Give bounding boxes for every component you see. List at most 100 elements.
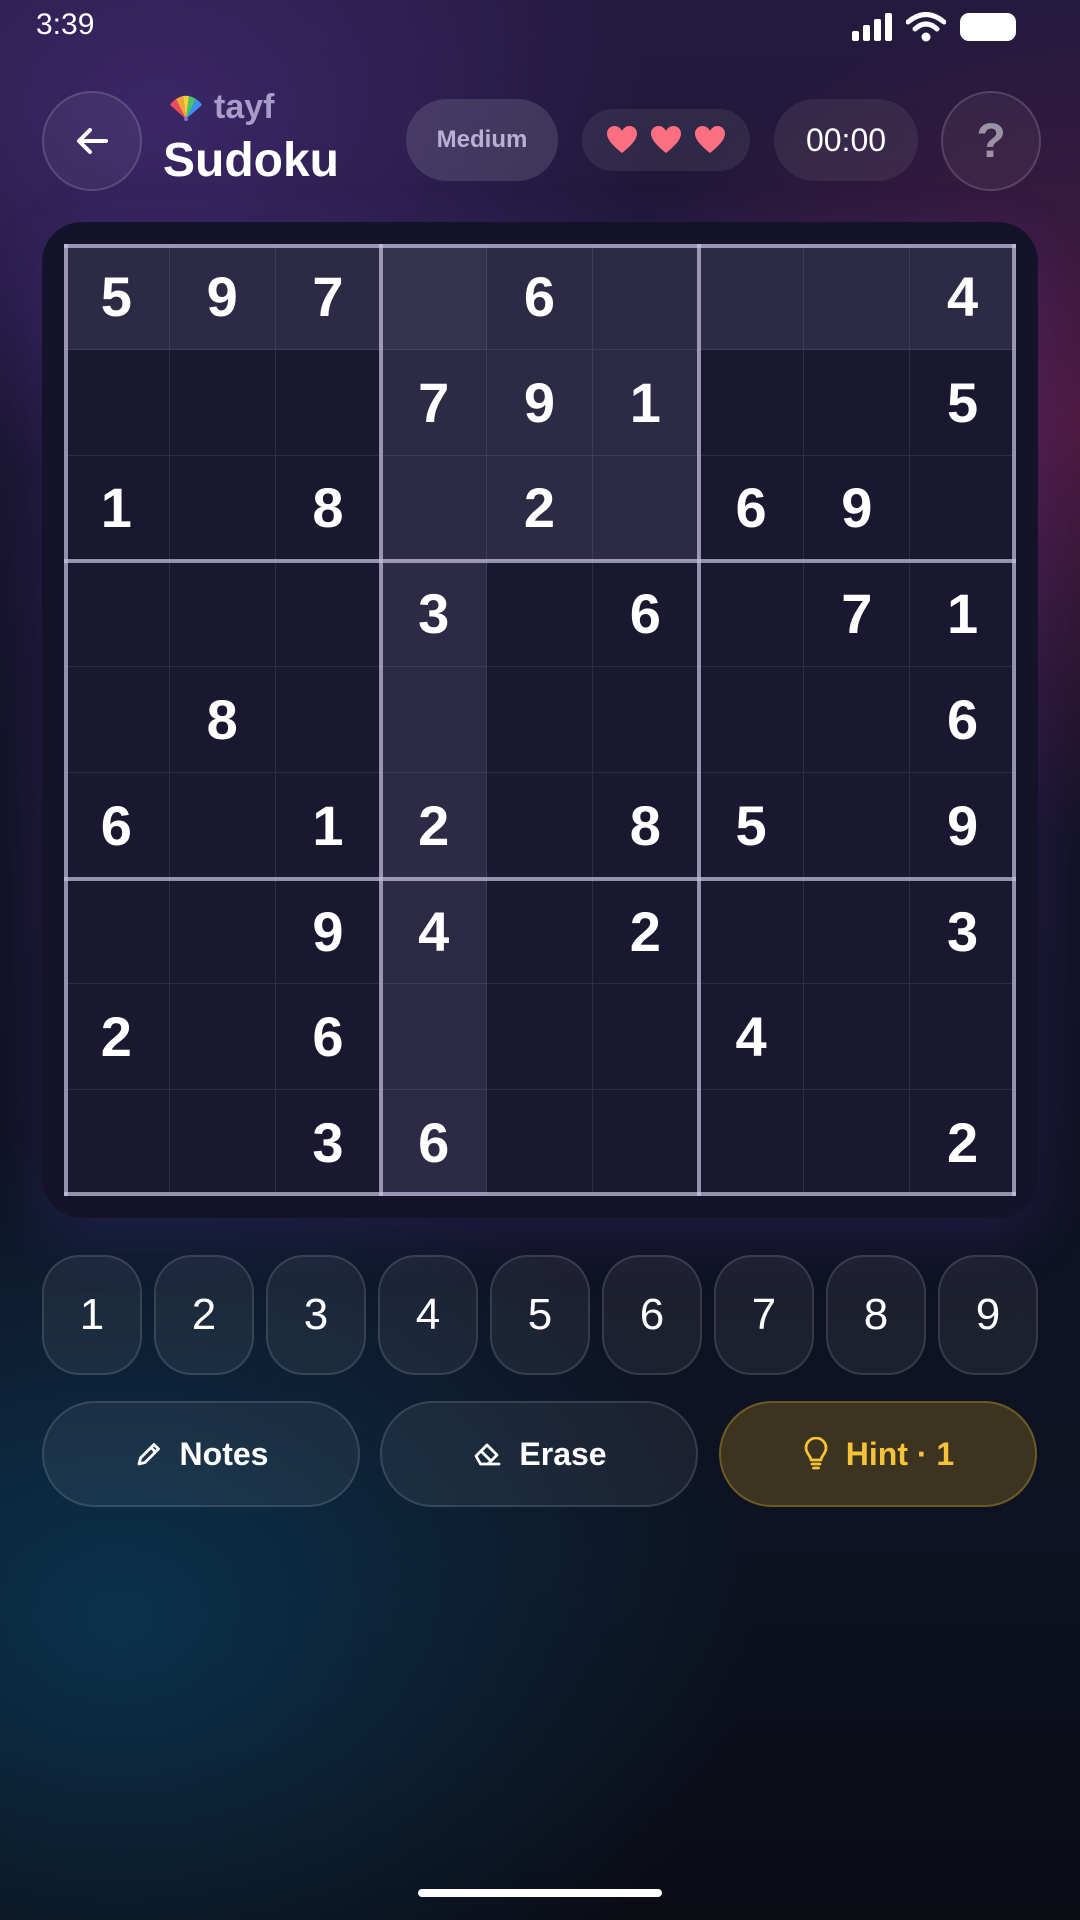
- board-cell-r7c8[interactable]: [804, 878, 911, 985]
- erase-button[interactable]: Erase: [380, 1401, 698, 1507]
- board-cell-r4c9[interactable]: 1: [910, 561, 1016, 668]
- board-cell-r6c1[interactable]: 6: [64, 772, 170, 879]
- board-cell-r5c9[interactable]: 6: [910, 667, 1016, 773]
- board-cell-r4c7[interactable]: [698, 561, 805, 668]
- board-cell-r2c3[interactable]: [275, 349, 382, 456]
- board-cell-r8c7[interactable]: 4: [698, 984, 805, 1091]
- board-cell-r6c8[interactable]: [804, 772, 911, 879]
- board-cell-r2c7[interactable]: [698, 349, 805, 456]
- board-cell-r4c1[interactable]: [64, 561, 170, 668]
- help-button[interactable]: ?: [941, 91, 1041, 191]
- board-cell-r6c6[interactable]: 8: [592, 772, 699, 879]
- board-cell-r7c7[interactable]: [698, 878, 805, 985]
- board-cell-r7c5[interactable]: [487, 878, 593, 985]
- board-cell-r7c9[interactable]: 3: [910, 878, 1016, 985]
- board-cell-r5c3[interactable]: [275, 667, 382, 773]
- number-button-3[interactable]: 3: [266, 1255, 366, 1375]
- board-cell-r4c5[interactable]: [487, 561, 593, 668]
- board-cell-r1c7[interactable]: [698, 244, 805, 350]
- back-button[interactable]: [42, 91, 142, 191]
- board-cell-r7c1[interactable]: [64, 878, 170, 985]
- board-cell-r9c6[interactable]: [592, 1090, 699, 1196]
- board-cell-r8c6[interactable]: [592, 984, 699, 1091]
- board-cell-r2c9[interactable]: 5: [910, 349, 1016, 456]
- board-cell-r9c4[interactable]: 6: [381, 1090, 488, 1196]
- board-cell-r5c7[interactable]: [698, 667, 805, 773]
- board-cell-r5c2[interactable]: 8: [169, 667, 276, 773]
- board-cell-r3c5[interactable]: 2: [487, 455, 593, 562]
- board-cell-r1c2[interactable]: 9: [169, 244, 276, 350]
- number-button-6[interactable]: 6: [602, 1255, 702, 1375]
- board-cell-r1c6[interactable]: [592, 244, 699, 350]
- board-cell-r1c1[interactable]: 5: [64, 244, 170, 350]
- board-cell-r8c1[interactable]: 2: [64, 984, 170, 1091]
- board-cell-r3c4[interactable]: [381, 455, 488, 562]
- board-cell-r7c6[interactable]: 2: [592, 878, 699, 985]
- board-cell-r9c5[interactable]: [487, 1090, 593, 1196]
- board-cell-r9c2[interactable]: [169, 1090, 276, 1196]
- hint-label: Hint · 1: [845, 1435, 955, 1472]
- box-divider-vertical: [696, 244, 701, 1196]
- board-cell-r7c4[interactable]: 4: [381, 878, 488, 985]
- board-cell-r6c9[interactable]: 9: [910, 772, 1016, 879]
- board-cell-r7c3[interactable]: 9: [275, 878, 382, 985]
- board-cell-r2c5[interactable]: 9: [487, 349, 593, 456]
- board-cell-r3c2[interactable]: [169, 455, 276, 562]
- board-cell-r5c4[interactable]: [381, 667, 488, 773]
- board-cell-r5c6[interactable]: [592, 667, 699, 773]
- board-cell-r5c5[interactable]: [487, 667, 593, 773]
- number-button-4[interactable]: 4: [378, 1255, 478, 1375]
- board-cell-r8c4[interactable]: [381, 984, 488, 1091]
- board-cell-r8c9[interactable]: [910, 984, 1016, 1091]
- number-button-7[interactable]: 7: [714, 1255, 814, 1375]
- board-cell-r8c3[interactable]: 6: [275, 984, 382, 1091]
- board-cell-r3c7[interactable]: 6: [698, 455, 805, 562]
- board-cell-r3c8[interactable]: 9: [804, 455, 911, 562]
- number-button-9[interactable]: 9: [938, 1255, 1038, 1375]
- board-cell-r9c3[interactable]: 3: [275, 1090, 382, 1196]
- board-cell-r2c8[interactable]: [804, 349, 911, 456]
- hint-button[interactable]: Hint · 1: [719, 1401, 1037, 1507]
- board-cell-r1c8[interactable]: [804, 244, 911, 350]
- board-cell-r3c9[interactable]: [910, 455, 1016, 562]
- board-cell-r4c8[interactable]: 7: [804, 561, 911, 668]
- board-cell-r8c8[interactable]: [804, 984, 911, 1091]
- number-button-8[interactable]: 8: [826, 1255, 926, 1375]
- board-cell-r9c9[interactable]: 2: [910, 1090, 1016, 1196]
- number-button-5[interactable]: 5: [490, 1255, 590, 1375]
- board-cell-r5c8[interactable]: [804, 667, 911, 773]
- board-cell-r1c5[interactable]: 6: [487, 244, 593, 350]
- board-cell-r4c4[interactable]: 3: [381, 561, 488, 668]
- board-cell-r4c3[interactable]: [275, 561, 382, 668]
- home-indicator[interactable]: [418, 1889, 662, 1897]
- board-cell-r6c3[interactable]: 1: [275, 772, 382, 879]
- board-cell-r1c3[interactable]: 7: [275, 244, 382, 350]
- board-cell-r5c1[interactable]: [64, 667, 170, 773]
- timer-value: 00:00: [805, 121, 887, 158]
- board-cell-r7c2[interactable]: [169, 878, 276, 985]
- number-button-2[interactable]: 2: [154, 1255, 254, 1375]
- board-cell-r6c4[interactable]: 2: [381, 772, 488, 879]
- board-cell-r9c1[interactable]: [64, 1090, 170, 1196]
- board-cell-r3c6[interactable]: [592, 455, 699, 562]
- board-cell-r9c7[interactable]: [698, 1090, 805, 1196]
- board-cell-r2c4[interactable]: 7: [381, 349, 488, 456]
- board-cell-r2c1[interactable]: [64, 349, 170, 456]
- board-cell-r2c6[interactable]: 1: [592, 349, 699, 456]
- board-cell-r3c3[interactable]: 8: [275, 455, 382, 562]
- board-cell-r6c7[interactable]: 5: [698, 772, 805, 879]
- difficulty-badge[interactable]: Medium: [406, 99, 558, 181]
- notes-button[interactable]: Notes: [42, 1401, 360, 1507]
- board-cell-r8c2[interactable]: [169, 984, 276, 1091]
- number-button-1[interactable]: 1: [42, 1255, 142, 1375]
- board-cell-r4c2[interactable]: [169, 561, 276, 668]
- board-cell-r1c4[interactable]: [381, 244, 488, 350]
- board-cell-r9c8[interactable]: [804, 1090, 911, 1196]
- board-cell-r6c5[interactable]: [487, 772, 593, 879]
- board-cell-r1c9[interactable]: 4: [910, 244, 1016, 350]
- board-cell-r4c6[interactable]: 6: [592, 561, 699, 668]
- board-cell-r3c1[interactable]: 1: [64, 455, 170, 562]
- board-cell-r8c5[interactable]: [487, 984, 593, 1091]
- board-cell-r2c2[interactable]: [169, 349, 276, 456]
- board-cell-r6c2[interactable]: [169, 772, 276, 879]
